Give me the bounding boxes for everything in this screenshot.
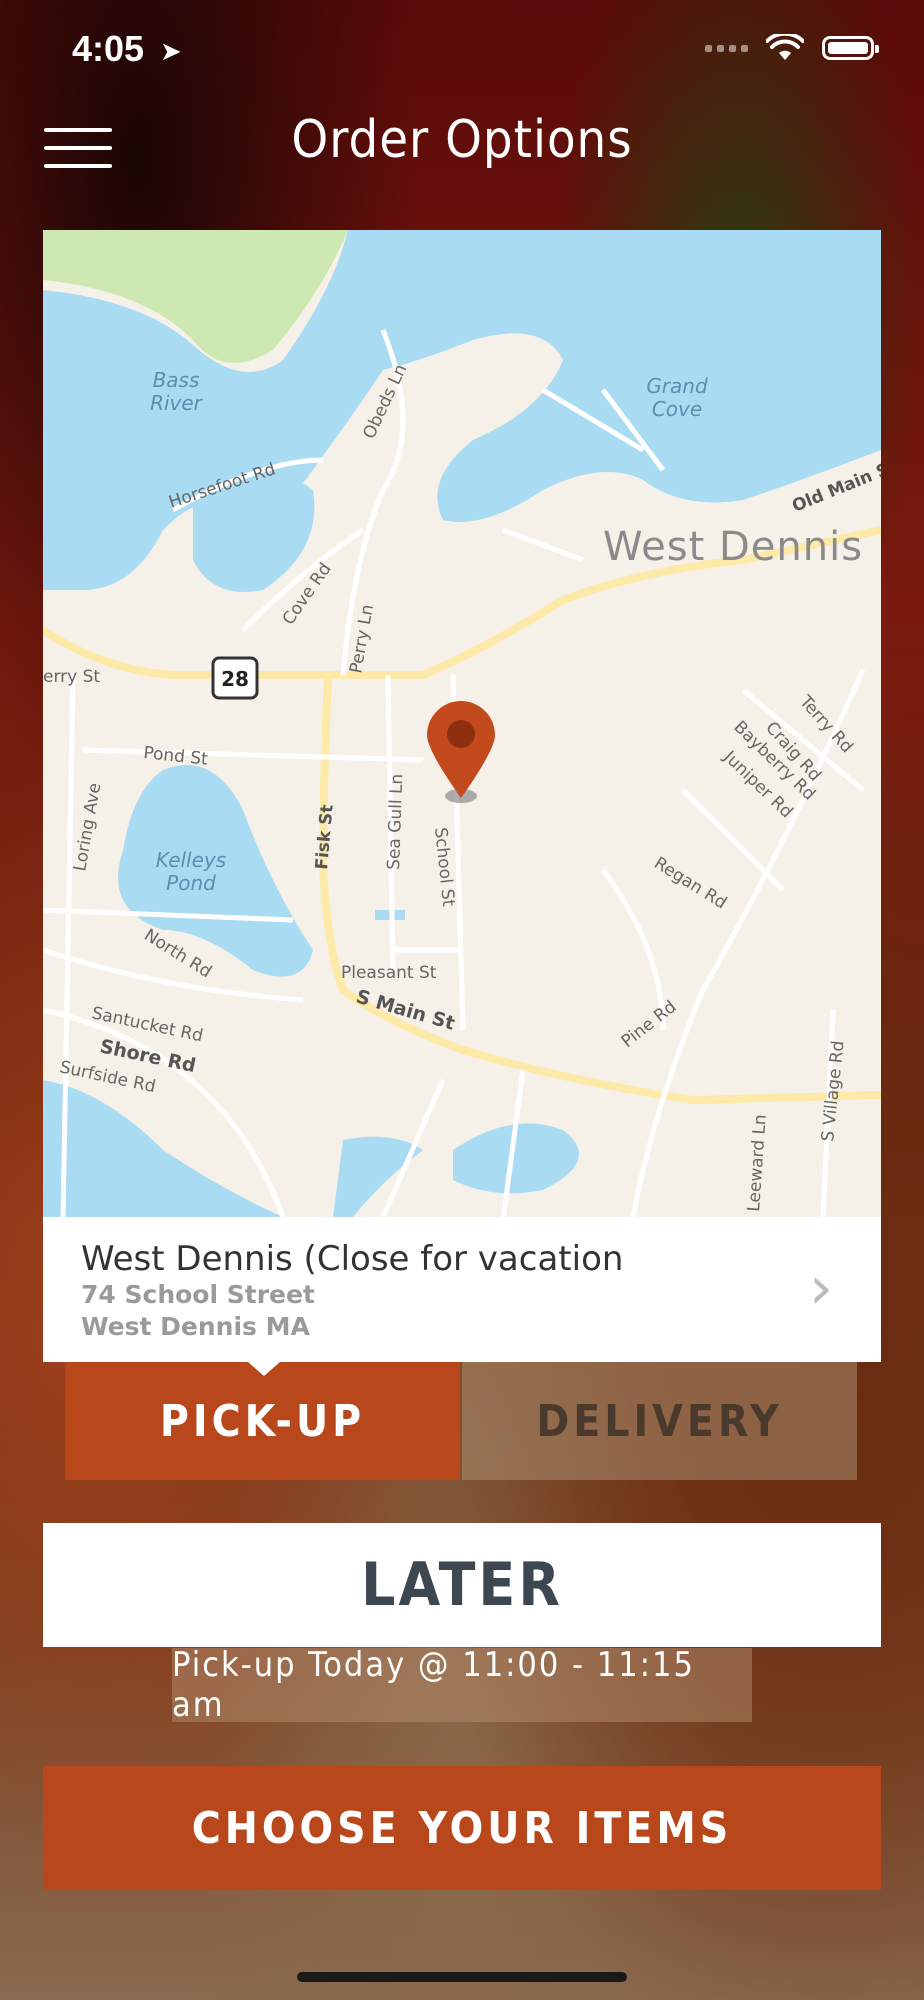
map-label-grand: Grand [646, 374, 708, 398]
tab-pickup[interactable]: PICK-UP [65, 1362, 460, 1480]
map-label-pond: Pond [166, 871, 216, 895]
map-label-erry: erry St [43, 667, 100, 687]
store-info-card[interactable]: West Dennis (Close for vacation 74 Schoo… [43, 1217, 881, 1362]
tab-delivery[interactable]: DELIVERY [462, 1362, 857, 1480]
home-indicator[interactable] [297, 1972, 627, 1982]
location-arrow-icon: ➤ [160, 36, 182, 66]
map-label-river: River [150, 391, 204, 415]
route-28-label: 28 [221, 667, 249, 691]
wifi-icon [766, 34, 804, 60]
card-pointer [248, 1362, 280, 1376]
map-label-cove: Cove [652, 397, 702, 421]
choose-items-button[interactable]: CHOOSE YOUR ITEMS [43, 1766, 881, 1890]
store-address-line1: 74 School Street [81, 1280, 315, 1309]
map-label-bass: Bass [153, 368, 200, 392]
page-title: Order Options [291, 110, 633, 170]
later-button[interactable]: LATER [43, 1523, 881, 1647]
map-label-west-dennis: West Dennis [603, 524, 863, 570]
store-map[interactable]: 28 Bass River Grand Cove Kelleys Pond We… [43, 230, 881, 1217]
chevron-right-icon[interactable]: › [809, 1253, 833, 1323]
map-label-sea-gull: Sea Gull Ln [384, 773, 407, 870]
store-name: West Dennis (Close for vacation [81, 1239, 624, 1279]
pickup-time-selector[interactable]: Pick-up Today @ 11:00 - 11:15 am [172, 1645, 752, 1725]
status-time: 4:05 [72, 28, 145, 69]
status-icons [705, 34, 879, 62]
store-address-line2: West Dennis MA [81, 1312, 310, 1341]
battery-icon [822, 36, 879, 60]
map-label-kelleys: Kelleys [156, 848, 226, 872]
signal-icon [705, 44, 748, 52]
map-label-pleasant: Pleasant St [341, 963, 437, 983]
